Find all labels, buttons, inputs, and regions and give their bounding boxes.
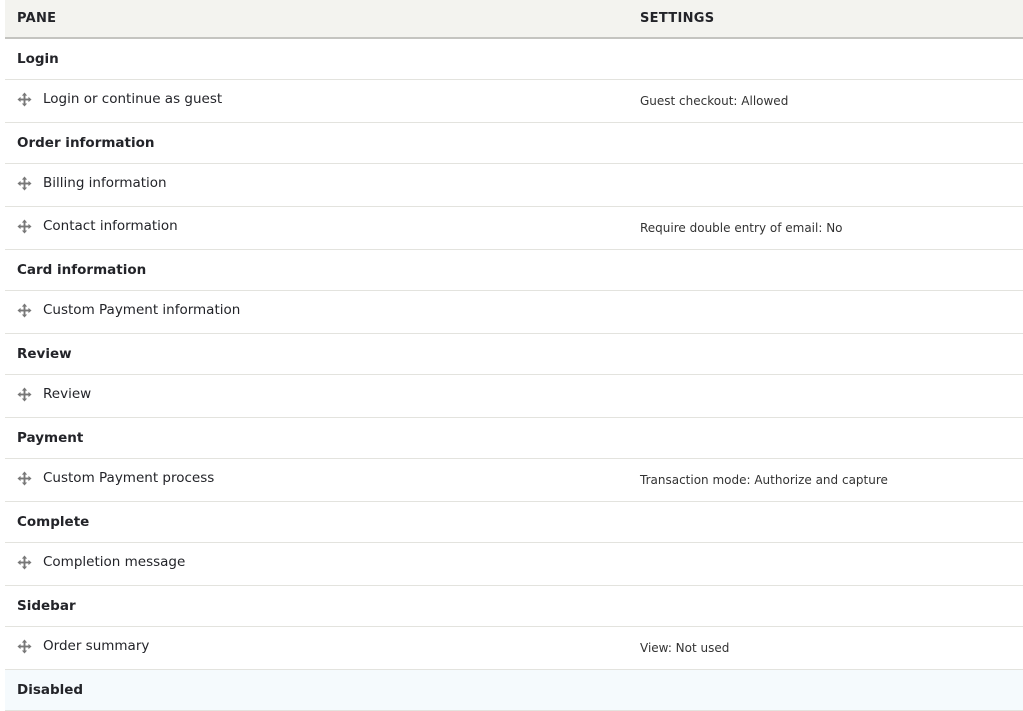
pane-cell: Order summary: [5, 626, 628, 670]
pane-row-order-summary: Order summary View: Not used: [5, 626, 1023, 670]
region-title: Complete: [5, 501, 1023, 543]
pane-settings-summary: [628, 542, 1023, 586]
region-title: Card information: [5, 249, 1023, 291]
pane-name: Order summary: [43, 638, 150, 655]
pane-cell: Login or continue as guest: [5, 79, 628, 123]
region-title: Login: [5, 38, 1023, 80]
pane-cell: Billing information: [5, 163, 628, 207]
region-row-review: Review: [5, 333, 1023, 375]
move-arrows-icon[interactable]: [16, 554, 32, 570]
pane-settings-summary: Transaction mode: Authorize and capture: [628, 458, 1023, 502]
pane-row-contact-information: Contact information Require double entry…: [5, 206, 1023, 250]
region-row-payment: Payment: [5, 417, 1023, 459]
move-arrows-icon[interactable]: [16, 470, 32, 486]
table-header-row: PANE SETTINGS: [5, 0, 1023, 39]
move-arrows-icon[interactable]: [16, 175, 32, 191]
pane-name: Login or continue as guest: [43, 91, 223, 108]
pane-name: Custom Payment information: [43, 302, 241, 319]
pane-row-completion-message: Completion message: [5, 542, 1023, 586]
region-title: Disabled: [5, 669, 1023, 711]
region-row-login: Login: [5, 38, 1023, 80]
region-title: Sidebar: [5, 585, 1023, 627]
pane-name: Billing information: [43, 175, 167, 192]
pane-settings-summary: Guest checkout: Allowed: [628, 79, 1023, 123]
move-arrows-icon[interactable]: [16, 302, 32, 318]
pane-name: Custom Payment process: [43, 470, 215, 487]
pane-cell: Completion message: [5, 542, 628, 586]
pane-cell: Custom Payment information: [5, 290, 628, 334]
region-title: Payment: [5, 417, 1023, 459]
pane-name: Review: [43, 386, 92, 403]
region-row-disabled: Disabled: [5, 669, 1023, 711]
checkout-panes-table-wrapper: PANE SETTINGS Login Login or continue as…: [5, 0, 1023, 711]
pane-settings-summary: [628, 374, 1023, 418]
region-row-order-information: Order information: [5, 122, 1023, 164]
column-header-pane: PANE: [5, 0, 628, 39]
pane-settings-summary: View: Not used: [628, 626, 1023, 670]
move-arrows-icon[interactable]: [16, 386, 32, 402]
region-title: Review: [5, 333, 1023, 375]
move-arrows-icon[interactable]: [16, 638, 32, 654]
pane-name: Completion message: [43, 554, 186, 571]
region-row-complete: Complete: [5, 501, 1023, 543]
pane-cell: Custom Payment process: [5, 458, 628, 502]
region-row-card-information: Card information: [5, 249, 1023, 291]
pane-settings-summary: Require double entry of email: No: [628, 206, 1023, 250]
pane-settings-summary: [628, 163, 1023, 207]
move-arrows-icon[interactable]: [16, 91, 32, 107]
move-arrows-icon[interactable]: [16, 218, 32, 234]
region-title: Order information: [5, 122, 1023, 164]
column-header-settings: SETTINGS: [628, 0, 1023, 39]
pane-settings-summary: [628, 290, 1023, 334]
region-row-sidebar: Sidebar: [5, 585, 1023, 627]
pane-cell: Review: [5, 374, 628, 418]
pane-row-login-or-continue-as-guest: Login or continue as guest Guest checkou…: [5, 79, 1023, 123]
table-body: Login Login or continue as guest Guest c…: [5, 38, 1023, 711]
pane-cell: Contact information: [5, 206, 628, 250]
pane-row-custom-payment-process: Custom Payment process Transaction mode:…: [5, 458, 1023, 502]
pane-row-billing-information: Billing information: [5, 163, 1023, 207]
pane-row-custom-payment-information: Custom Payment information: [5, 290, 1023, 334]
pane-row-review: Review: [5, 374, 1023, 418]
checkout-panes-table: PANE SETTINGS Login Login or continue as…: [5, 0, 1023, 711]
pane-name: Contact information: [43, 218, 178, 235]
